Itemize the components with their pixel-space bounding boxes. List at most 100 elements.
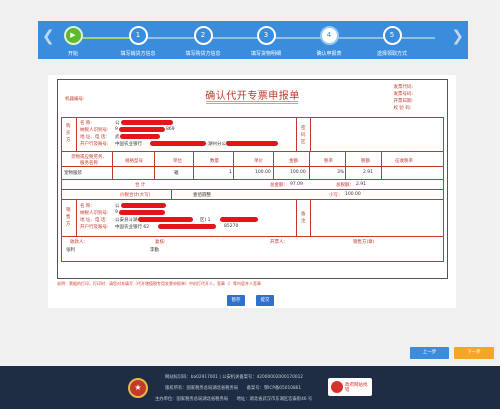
form-title: 确认代开专票申报单 [205, 91, 300, 102]
col-levy-rate: 征收税率 [395, 159, 413, 164]
tax-sum-small-value: 100.00 [345, 192, 361, 197]
drawer-label: 开票人: [270, 240, 286, 245]
step-label: 填写销货方信息 [120, 51, 156, 57]
divider [76, 199, 77, 236]
divider [61, 151, 444, 152]
seller-address-value: 公安县斗湖 [115, 218, 138, 223]
total-tax-value: 2.91 [356, 182, 367, 187]
buyer-taxid-label: 纳税人识别号: [80, 128, 109, 133]
goods-unit-cell: 箱 [174, 171, 179, 176]
redaction [220, 217, 258, 222]
seller-side-label: 销售方 [66, 208, 71, 227]
footer-address: 主办单位：国家税务总局湖北省税务局 地址：湖北省武汉市东湖区宏泰街46 号 [155, 397, 313, 402]
play-icon: ▶ [63, 26, 83, 45]
divider [61, 236, 444, 237]
step-start[interactable]: ▶ 开始 [38, 26, 108, 57]
step-number: 4 [319, 26, 339, 45]
buyer-address-label: 地 址、电 话: [80, 135, 107, 140]
col-rate: 税率 [324, 159, 333, 164]
seller-address-tail: 区) 1 [200, 218, 211, 223]
divider [154, 151, 155, 179]
buyer-side-label: 购买方 [66, 124, 71, 143]
title-underline [206, 101, 298, 104]
gov-site-logo-icon [331, 381, 343, 393]
save-draft-button[interactable]: 暂存 [227, 295, 245, 306]
reviewer-label: 复核: [155, 240, 166, 245]
seller-name-label: 名 称: [80, 204, 92, 209]
col-tax: 税额 [361, 159, 370, 164]
buyer-taxid-tail: 869 [166, 127, 175, 132]
machine-number-label: 机器编号: [65, 97, 85, 102]
divider [76, 117, 77, 151]
site-footer: 网站标识码：ba02917001 | 公安机关备案号：4200000200017… [0, 366, 500, 409]
redaction [158, 224, 216, 229]
redaction [226, 141, 278, 146]
step-label: 确认申报表 [316, 51, 342, 57]
step-label: 填写购货方信息 [185, 51, 221, 57]
divider [233, 151, 234, 179]
total-amount-label: 总金额： [270, 183, 288, 188]
step-seller-info[interactable]: 1 填写销货方信息 [103, 26, 173, 57]
buyer-taxid-value: 9 [115, 127, 118, 132]
total-label: 合 计 [135, 183, 146, 188]
remark-label: 备注 [301, 212, 306, 224]
redaction [138, 217, 193, 222]
invoice-code-label: 发票代码: [393, 85, 413, 90]
col-price: 单价 [254, 159, 263, 164]
divider [381, 151, 382, 179]
buyer-bank-value: 中国农业银行 [115, 142, 142, 147]
step-buyer-info[interactable]: 2 填写购货方信息 [168, 26, 238, 57]
find-error-label: 政府网站找错 [345, 383, 368, 393]
redaction [150, 141, 206, 146]
redaction [121, 120, 173, 125]
divider [273, 151, 274, 179]
submit-button[interactable]: 提交 [256, 295, 274, 306]
step-label: 选择领取方式 [376, 51, 407, 57]
total-amount-value: 97.09 [290, 182, 303, 187]
seller-taxid-label: 纳税人识别号: [80, 211, 109, 216]
divider [296, 117, 297, 151]
chevron-right-icon[interactable]: ❯ [451, 29, 464, 44]
col-spec: 规格型号 [125, 159, 143, 164]
divider [171, 189, 172, 199]
buyer-name-label: 名 称: [80, 121, 92, 126]
step-goods-detail[interactable]: 3 填写货物明细 [231, 26, 301, 57]
step-pickup[interactable]: 5 选择领取方式 [357, 26, 427, 57]
find-error-badge[interactable]: 政府网站找错 [328, 378, 372, 396]
seller-bank-label: 开户行及账号: [80, 225, 109, 230]
print-note: 说明：票据的打印，打印时：请您对本填写（代开增值税专用发票申报单）中机打代开人，… [57, 281, 261, 286]
seller-name-value: 公 [115, 204, 120, 209]
tax-sum-words: 壹佰圆整 [193, 193, 211, 198]
goods-qty-cell: 1 [229, 170, 232, 175]
divider [61, 199, 444, 200]
payee-label: 收款人: [70, 240, 86, 245]
redaction [121, 203, 166, 208]
goods-rate-cell: 3% [337, 170, 345, 175]
divider [193, 151, 194, 179]
col-qty: 数量 [210, 159, 219, 164]
goods-tax-cell: 2.91 [363, 170, 374, 175]
party-emblem-icon: ★ [128, 378, 148, 398]
payee-value: 张利 [66, 248, 75, 253]
footer-site-id: 网站标识码：ba02917001 | 公安机关备案号：4200000200017… [165, 375, 304, 380]
prev-step-button[interactable]: 上一步 [410, 347, 449, 359]
col-unit: 单位 [173, 159, 182, 164]
seller-address-label: 地 址、电 话: [80, 218, 107, 223]
divider [296, 199, 297, 236]
divider [310, 117, 311, 151]
step-number: 1 [128, 26, 148, 45]
invoice-number-label: 发票号码: [393, 92, 413, 97]
seller-bank-tail: 85270 [224, 224, 239, 229]
redaction [119, 210, 165, 215]
step-confirm[interactable]: 4 确认申报表 [294, 26, 364, 57]
divider [61, 166, 444, 167]
tax-sum-small-label: 小写： [329, 193, 343, 198]
goods-price-cell: 100.00 [255, 170, 271, 175]
step-label: 开始 [67, 51, 78, 57]
footer-copyright: 版权所有：国家税务总局湖北省税务局 备案号：鄂ICP备05010861 [165, 386, 302, 391]
next-step-button[interactable]: 下一步 [454, 347, 494, 359]
step-number: 3 [256, 26, 276, 45]
goods-amount-cell: 100.00 [290, 170, 306, 175]
step-number: 2 [193, 26, 213, 45]
buyer-bank-label: 开户行及账号: [80, 142, 109, 147]
